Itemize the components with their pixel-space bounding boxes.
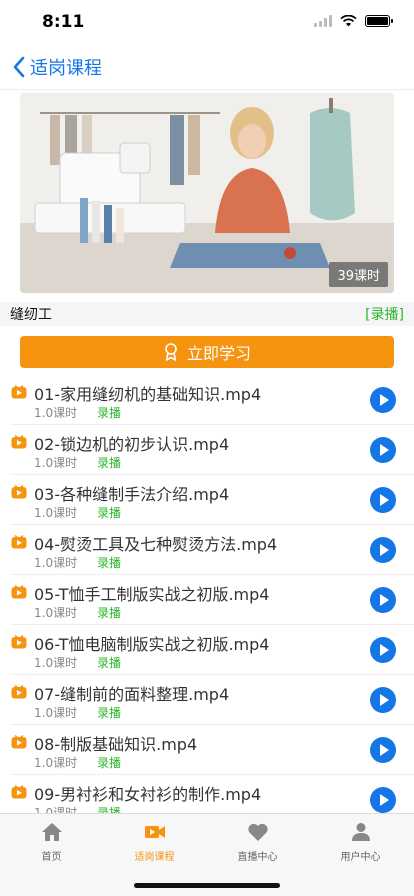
play-button[interactable]	[370, 637, 396, 663]
tab-home[interactable]: 首页	[0, 822, 103, 863]
lesson-title: 08-制版基础知识.mp4	[34, 735, 198, 754]
video-lesson-icon	[11, 535, 27, 549]
tab-courses[interactable]: 适岗课程	[103, 822, 206, 863]
start-learning-button[interactable]: 立即学习	[20, 336, 394, 368]
lesson-item[interactable]: 05-T恤手工制版实战之初版.mp4 1.0课时 录播	[10, 575, 414, 625]
status-bar: 8:11	[0, 0, 414, 44]
lesson-item[interactable]: 07-缝制前的面料整理.mp4 1.0课时 录播	[10, 675, 414, 725]
course-banner-image: 39课时	[20, 93, 394, 293]
tab-user-center[interactable]: 用户中心	[309, 822, 412, 863]
lesson-type: 录播	[97, 406, 122, 420]
lesson-hours: 1.0课时	[34, 756, 78, 770]
video-lesson-icon	[11, 635, 27, 649]
lesson-item[interactable]: 08-制版基础知识.mp4 1.0课时 录播	[10, 725, 414, 775]
lesson-title: 01-家用缝纫机的基础知识.mp4	[34, 385, 262, 404]
course-name: 缝纫工	[10, 307, 52, 323]
video-camera-icon	[144, 826, 165, 838]
lesson-title: 05-T恤手工制版实战之初版.mp4	[34, 585, 270, 604]
lesson-type: 录播	[97, 756, 122, 770]
lesson-hours: 1.0课时	[34, 506, 78, 520]
play-button[interactable]	[370, 437, 396, 463]
lesson-type: 录播	[97, 656, 122, 670]
heart-icon	[247, 823, 268, 841]
lesson-title: 02-锁边机的初步认识.mp4	[34, 435, 230, 454]
tab-courses-label: 适岗课程	[134, 852, 175, 863]
course-info-row: 缝纫工 [录播]	[0, 302, 414, 326]
video-lesson-icon	[11, 685, 27, 699]
play-button[interactable]	[370, 737, 396, 763]
cellular-signal-icon	[314, 15, 332, 27]
status-time: 8:11	[42, 12, 85, 32]
tab-user-center-label: 用户中心	[340, 852, 381, 863]
bottom-tab-bar: 首页 适岗课程 直播中心 用户中心	[0, 813, 414, 896]
start-learning-label: 立即学习	[186, 344, 251, 363]
lesson-hours: 1.0课时	[34, 556, 78, 570]
lesson-item[interactable]: 03-各种缝制手法介绍.mp4 1.0课时 录播	[10, 475, 414, 525]
lesson-item[interactable]: 01-家用缝纫机的基础知识.mp4 1.0课时 录播	[10, 375, 414, 425]
course-type-tag: [录播]	[365, 307, 404, 323]
play-button[interactable]	[370, 387, 396, 413]
video-lesson-icon	[11, 585, 27, 599]
video-lesson-icon	[11, 485, 27, 499]
lesson-type: 录播	[97, 506, 122, 520]
lesson-type: 录播	[97, 706, 122, 720]
course-hours-badge: 39课时	[329, 262, 388, 287]
user-icon	[351, 823, 370, 841]
lesson-hours: 1.0课时	[34, 656, 78, 670]
wifi-icon	[340, 15, 357, 27]
play-button[interactable]	[370, 787, 396, 813]
lesson-title: 03-各种缝制手法介绍.mp4	[34, 485, 230, 504]
lesson-hours: 1.0课时	[34, 456, 78, 470]
video-lesson-icon	[11, 435, 27, 449]
back-button[interactable]: 适岗课程	[0, 54, 102, 80]
home-icon	[41, 823, 62, 841]
lesson-type: 录播	[97, 806, 122, 813]
lesson-type: 录播	[97, 456, 122, 470]
lesson-item[interactable]: 04-熨烫工具及七种熨烫方法.mp4 1.0课时 录播	[10, 525, 414, 575]
home-indicator	[134, 883, 280, 888]
video-lesson-icon	[11, 785, 27, 799]
lesson-item[interactable]: 06-T恤电脑制版实战之初版.mp4 1.0课时 录播	[10, 625, 414, 675]
lesson-title: 07-缝制前的面料整理.mp4	[34, 685, 230, 704]
play-button[interactable]	[370, 537, 396, 563]
lesson-hours: 1.0课时	[34, 606, 78, 620]
chevron-left-icon	[13, 56, 25, 77]
video-lesson-icon	[11, 735, 27, 749]
status-icons	[314, 15, 393, 27]
lesson-hours: 1.0课时	[34, 406, 78, 420]
tab-live-center-label: 直播中心	[237, 852, 278, 863]
page-title: 适岗课程	[30, 57, 102, 79]
lesson-title: 04-熨烫工具及七种熨烫方法.mp4	[34, 535, 278, 554]
play-button[interactable]	[370, 487, 396, 513]
lesson-hours: 1.0课时	[34, 706, 78, 720]
play-button[interactable]	[370, 587, 396, 613]
lesson-title: 06-T恤电脑制版实战之初版.mp4	[34, 635, 270, 654]
tab-home-label: 首页	[41, 852, 62, 863]
lesson-type: 录播	[97, 606, 122, 620]
lesson-item[interactable]: 02-锁边机的初步认识.mp4 1.0课时 录播	[10, 425, 414, 475]
navigation-bar: 适岗课程	[0, 44, 414, 90]
lesson-title: 09-男衬衫和女衬衫的制作.mp4	[34, 785, 262, 804]
tab-live-center[interactable]: 直播中心	[206, 822, 309, 863]
lesson-item[interactable]: 09-男衬衫和女衬衫的制作.mp4 1.0课时 录播	[10, 775, 414, 813]
battery-icon	[365, 15, 393, 27]
play-button[interactable]	[370, 687, 396, 713]
lesson-list: 01-家用缝纫机的基础知识.mp4 1.0课时 录播 02-锁边机的初步认识.mp4 1…	[0, 375, 414, 813]
lesson-type: 录播	[97, 556, 122, 570]
award-ribbon-icon	[165, 343, 177, 361]
video-lesson-icon	[11, 385, 27, 399]
lesson-hours: 1.0课时	[34, 806, 78, 813]
